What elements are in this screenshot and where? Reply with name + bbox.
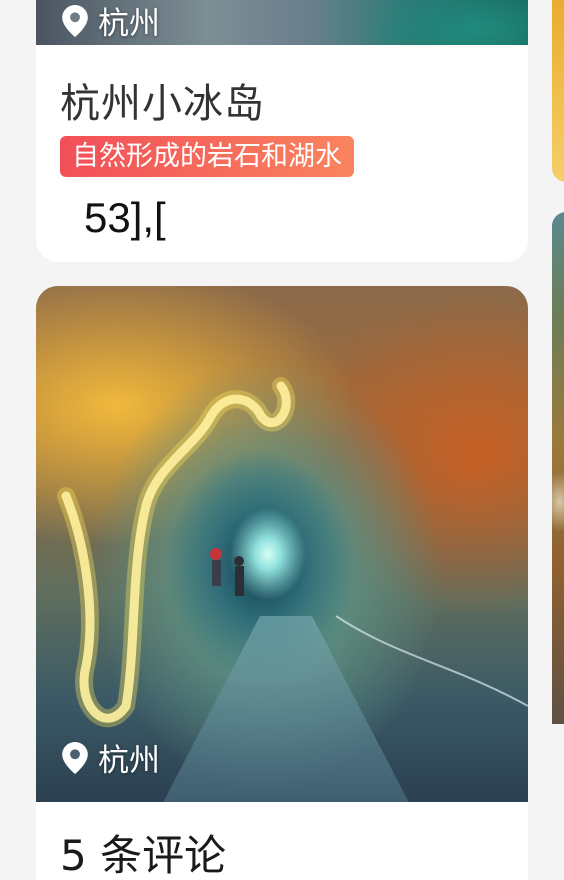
- attraction-photo[interactable]: 杭州: [36, 0, 528, 45]
- location-text: 杭州: [98, 6, 160, 42]
- feature-tag: 自然形成的岩石和湖水: [60, 136, 354, 177]
- location-pin-icon: [62, 4, 88, 37]
- attraction-card-hangzhou-little-iceland[interactable]: 杭州 杭州小冰岛 自然形成的岩石和湖水 53],[: [36, 0, 528, 262]
- string-lights-decoration: [57, 377, 528, 728]
- location-label: 杭州: [62, 0, 160, 43]
- comment-count[interactable]: 5 条评论: [60, 822, 226, 880]
- adjacent-card-photo[interactable]: [552, 212, 564, 724]
- attraction-card-cave[interactable]: 杭州 5 条评论: [36, 286, 528, 880]
- adjacent-card-photo[interactable]: [552, 0, 564, 182]
- location-text: 杭州: [98, 743, 160, 779]
- location-pin-icon: [62, 741, 88, 774]
- location-label: 杭州: [62, 735, 160, 780]
- attraction-photo[interactable]: 杭州: [36, 286, 528, 802]
- stray-text: 53],[: [84, 194, 166, 241]
- attraction-title: 杭州小冰岛: [60, 81, 265, 127]
